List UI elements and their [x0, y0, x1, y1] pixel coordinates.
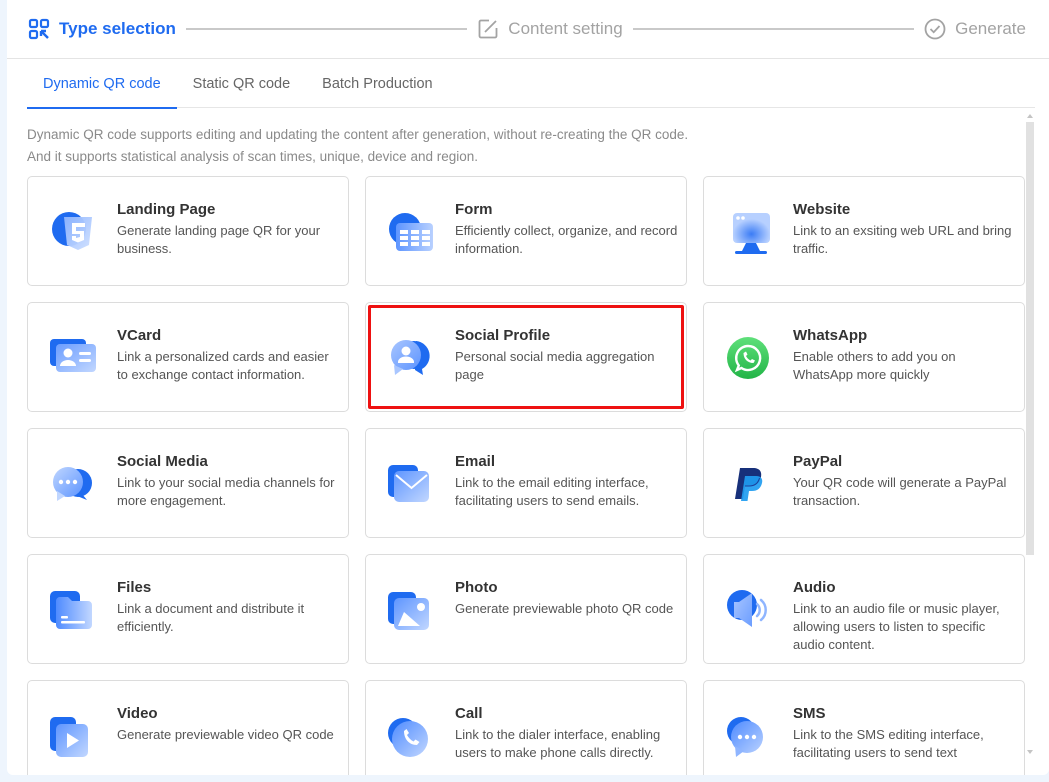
card-title: VCard [117, 327, 162, 344]
vertical-scrollbar[interactable] [1025, 110, 1035, 758]
step-connector [185, 28, 468, 30]
sms-bubble-icon [724, 711, 774, 761]
chat-bubbles-icon [48, 459, 98, 509]
card-title: Website [793, 201, 851, 218]
card-description: Link to the SMS editing interface, facil… [793, 727, 984, 760]
tab-description: Dynamic QR code supports editing and upd… [27, 124, 1017, 168]
card-audio[interactable]: Audio Link to an audio file or music pla… [703, 554, 1025, 664]
profile-chat-icon [386, 333, 436, 383]
card-description: Link to your social media channels for m… [117, 475, 335, 508]
card-title: Social Media [117, 453, 208, 470]
card-title: Landing Page [117, 201, 216, 218]
card-files[interactable]: Files Link a document and distribute it … [27, 554, 349, 664]
step-content-setting: Content setting [477, 18, 623, 40]
monitor-icon [724, 207, 774, 257]
card-form[interactable]: Form Efficiently collect, organize, and … [365, 176, 687, 286]
envelope-icon [386, 459, 436, 509]
description-line: And it supports statistical analysis of … [27, 149, 478, 164]
scroll-up-arrow-icon[interactable] [1027, 114, 1033, 118]
step-label: Generate [955, 19, 1026, 38]
tab-batch-production[interactable]: Batch Production [306, 60, 448, 108]
card-title: Audio [793, 579, 836, 596]
step-label: Content setting [508, 19, 623, 38]
image-icon [386, 585, 436, 635]
step-connector [632, 28, 915, 30]
card-description: Generate landing page QR for your busine… [117, 223, 321, 256]
card-video[interactable]: Video Generate previewable video QR code [27, 680, 349, 775]
phone-icon [386, 711, 436, 761]
card-sms[interactable]: SMS Link to the SMS editing interface, f… [703, 680, 1025, 775]
qr-scan-icon [28, 18, 50, 40]
card-description: Link to the dialer interface, enabling u… [455, 727, 661, 760]
card-title: PayPal [793, 453, 843, 470]
step-type-selection: Type selection [28, 18, 176, 40]
card-email[interactable]: Email Link to the email editing interfac… [365, 428, 687, 538]
scroll-down-arrow-icon[interactable] [1027, 750, 1033, 754]
card-title: Call [455, 705, 483, 722]
card-title: Email [455, 453, 496, 470]
play-icon [48, 711, 98, 761]
paypal-icon [724, 459, 774, 509]
check-circle-icon [924, 18, 946, 40]
step-generate: Generate [924, 18, 1026, 40]
card-social-profile[interactable]: Social Profile Personal social media agg… [365, 302, 687, 412]
card-description: Link to the email editing interface, fac… [455, 475, 649, 508]
form-table-icon [386, 207, 436, 257]
card-social-media[interactable]: Social Media Link to your social media c… [27, 428, 349, 538]
card-description: Generate previewable photo QR code [455, 601, 674, 616]
card-landing-page[interactable]: Landing Page Generate landing page QR fo… [27, 176, 349, 286]
card-description: Link to an exsiting web URL and bring tr… [793, 223, 1012, 256]
qr-type-grid: Landing Page Generate landing page QR fo… [27, 176, 1025, 775]
scrollbar-thumb[interactable] [1026, 122, 1034, 555]
qr-type-tabs: Dynamic QR code Static QR code Batch Pro… [27, 60, 1035, 109]
tab-dynamic-qr[interactable]: Dynamic QR code [27, 60, 177, 109]
edit-icon [477, 18, 499, 40]
card-description: Generate previewable video QR code [117, 727, 334, 742]
card-description: Link a personalized cards and easier to … [117, 349, 329, 382]
card-description: Link a document and distribute it effici… [117, 601, 305, 634]
page-background-strip [0, 775, 1049, 782]
card-title: Social Profile [455, 327, 551, 344]
progress-steps: Type selection Content setting Generate [7, 0, 1049, 59]
card-title: Photo [455, 579, 498, 596]
speaker-icon [724, 585, 774, 635]
card-description: Enable others to add you on WhatsApp mor… [793, 349, 956, 382]
card-paypal[interactable]: PayPal Your QR code will generate a PayP… [703, 428, 1025, 538]
card-title: Files [117, 579, 152, 596]
card-description: Personal social media aggregation page [455, 349, 655, 382]
card-whatsapp[interactable]: WhatsApp Enable others to add you on Wha… [703, 302, 1025, 412]
description-line: Dynamic QR code supports editing and upd… [27, 127, 689, 142]
step-label: Type selection [59, 19, 176, 38]
qr-type-panel: Type selection Content setting Generate [7, 0, 1049, 775]
card-vcard[interactable]: VCard Link a personalized cards and easi… [27, 302, 349, 412]
contact-card-icon [48, 333, 98, 383]
whatsapp-icon [724, 333, 774, 383]
card-description: Link to an audio file or music player, a… [793, 601, 1000, 652]
card-description: Efficiently collect, organize, and recor… [455, 223, 678, 256]
card-title: Form [455, 201, 493, 218]
card-description: Your QR code will generate a PayPal tran… [793, 475, 1007, 508]
card-title: SMS [793, 705, 826, 722]
card-photo[interactable]: Photo Generate previewable photo QR code [365, 554, 687, 664]
folder-icon [48, 585, 98, 635]
tab-static-qr[interactable]: Static QR code [177, 60, 307, 108]
card-title: WhatsApp [793, 327, 868, 344]
html5-icon [48, 207, 98, 257]
card-call[interactable]: Call Link to the dialer interface, enabl… [365, 680, 687, 775]
card-website[interactable]: Website Link to an exsiting web URL and … [703, 176, 1025, 286]
card-title: Video [117, 705, 158, 722]
